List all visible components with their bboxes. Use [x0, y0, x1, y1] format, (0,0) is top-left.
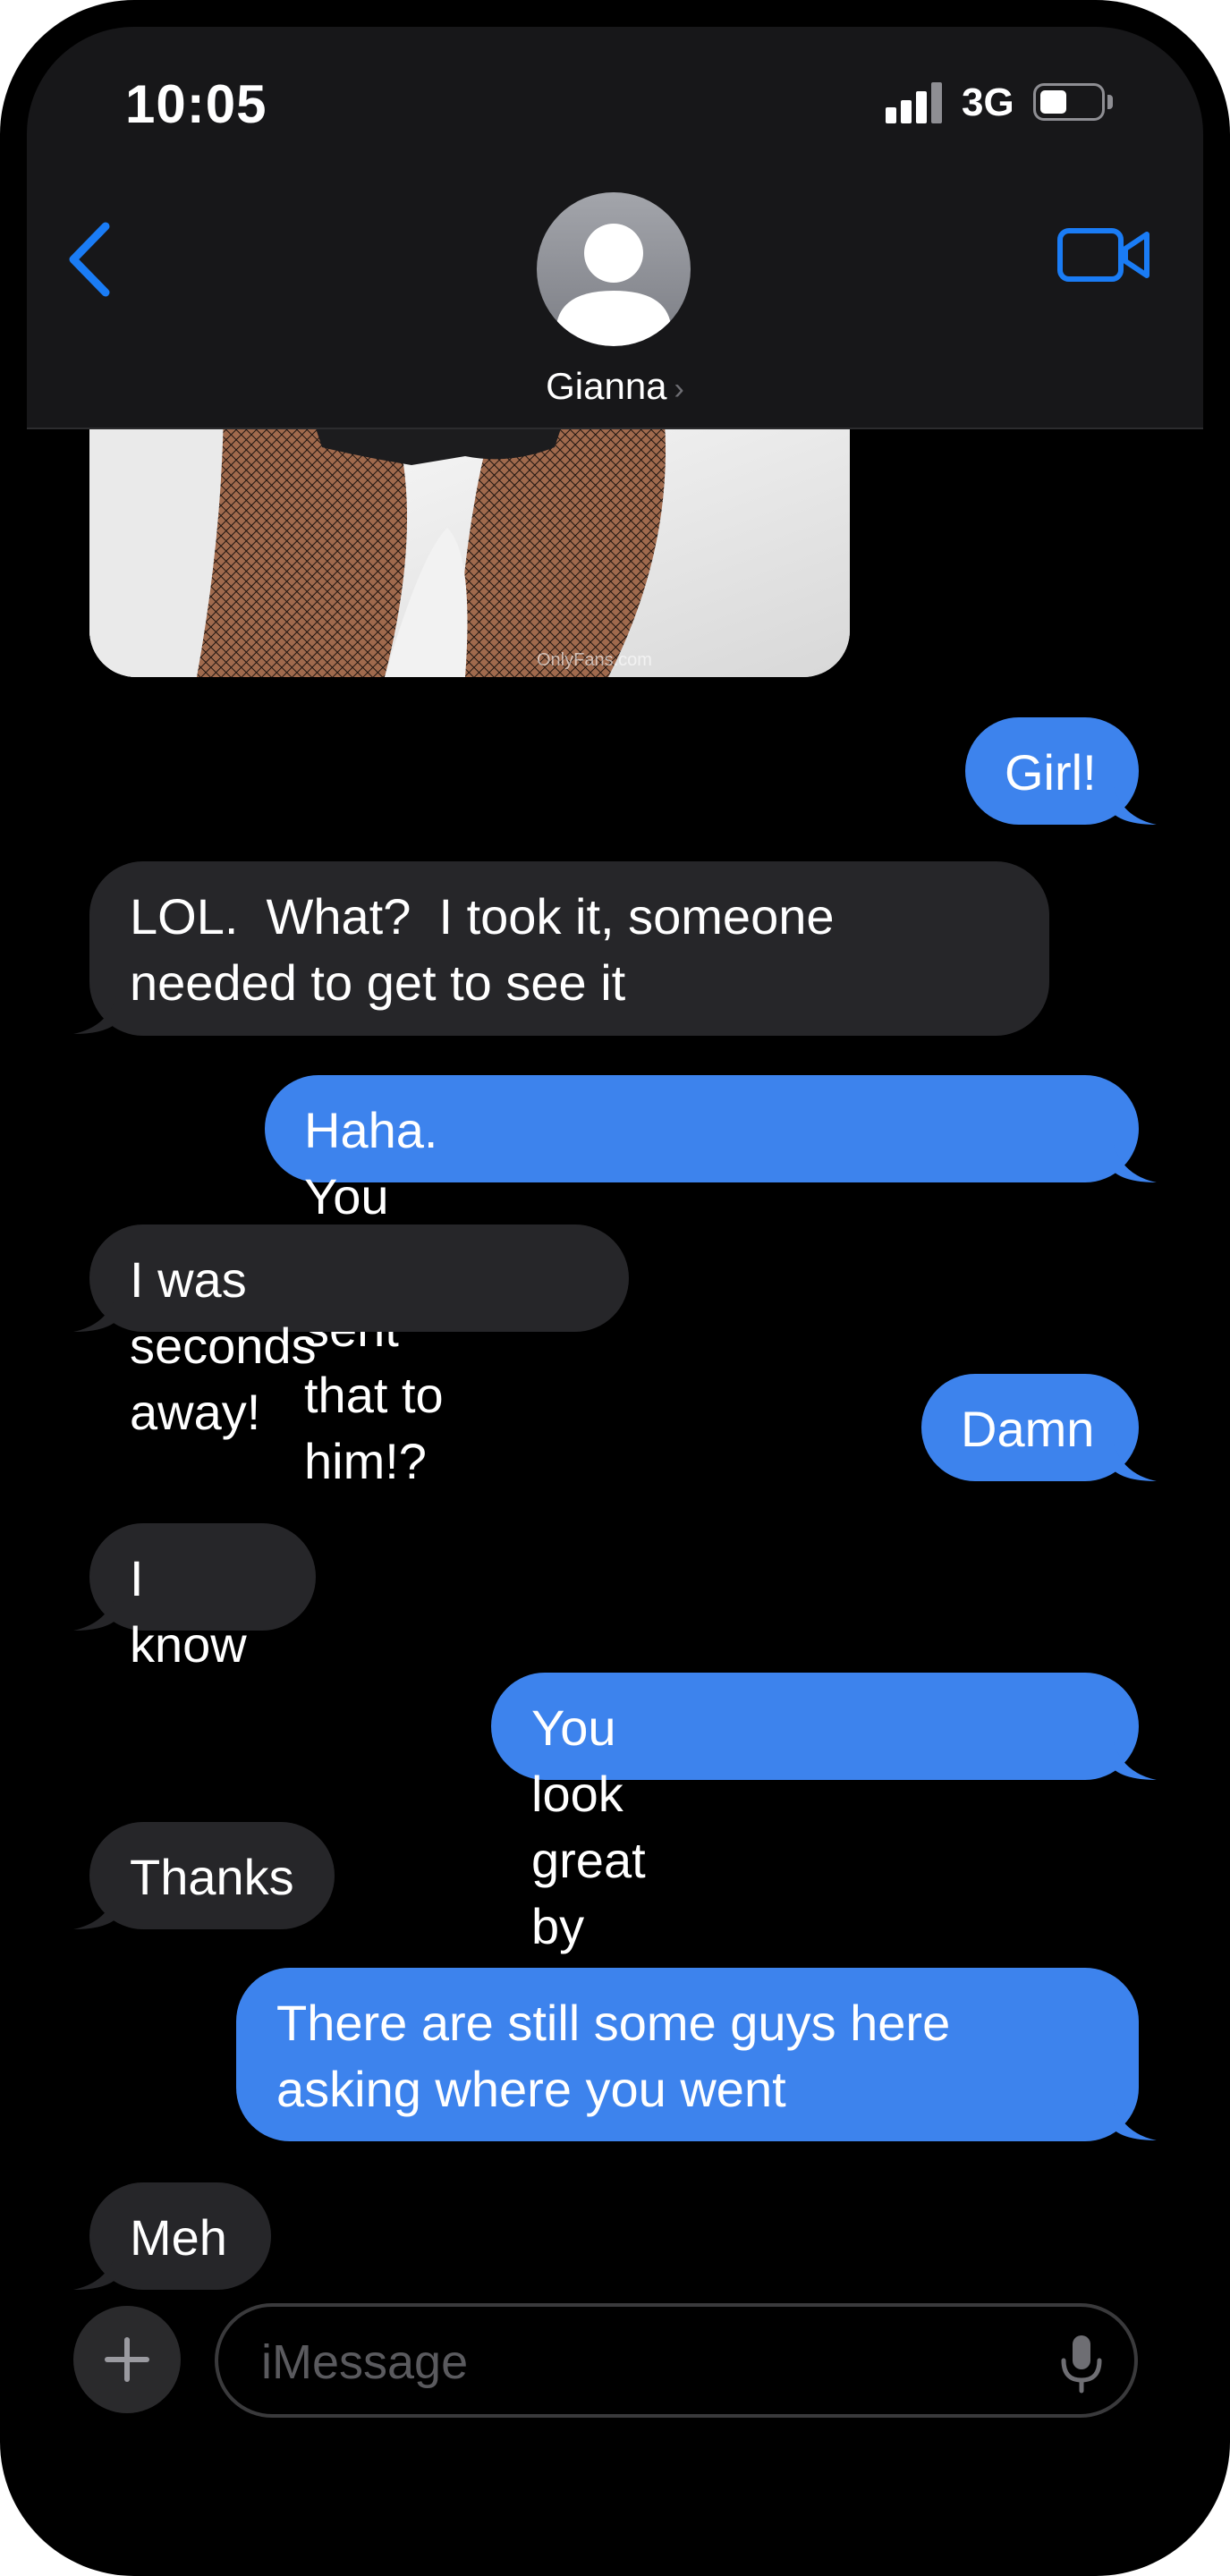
- microphone-icon[interactable]: [1055, 2332, 1108, 2394]
- photo-image: [89, 394, 850, 677]
- message-input[interactable]: [259, 2328, 979, 2396]
- phone-frame: OnlyFans.com 10:05 3G Gianna › Girl! LOL…: [0, 0, 1230, 2576]
- contact-name: Gianna: [546, 365, 667, 407]
- add-attachment-button[interactable]: [73, 2306, 181, 2413]
- message-input-container[interactable]: [215, 2303, 1138, 2418]
- person-silhouette-icon: [556, 224, 671, 346]
- message-text: I was seconds away!: [130, 1251, 331, 1440]
- battery-level: [1040, 90, 1066, 114]
- message-text: Thanks: [130, 1849, 294, 1905]
- battery-icon: [1033, 83, 1105, 121]
- photo-watermark: OnlyFans.com: [537, 650, 652, 670]
- message-text: LOL. What? I took it, someone needed to …: [130, 888, 849, 1011]
- contact-name-row[interactable]: Gianna ›: [0, 365, 1230, 408]
- signal-bars-icon: [886, 82, 943, 123]
- network-type: 3G: [962, 80, 1014, 124]
- message-text: Meh: [130, 2209, 227, 2266]
- status-time: 10:05: [125, 74, 267, 134]
- message-text: I know: [130, 1550, 247, 1673]
- chevron-right-icon: ›: [674, 372, 684, 406]
- photo-attachment[interactable]: OnlyFans.com: [89, 394, 850, 677]
- video-camera-icon[interactable]: [1056, 224, 1154, 286]
- contact-avatar[interactable]: [537, 192, 691, 346]
- message-text: Damn: [961, 1401, 1095, 1457]
- battery-cap: [1107, 95, 1113, 109]
- chevron-left-icon[interactable]: [63, 219, 125, 300]
- message-text: There are still some guys here asking wh…: [276, 1995, 964, 2117]
- plus-icon: [105, 2337, 149, 2382]
- message-text: Girl!: [1005, 744, 1097, 801]
